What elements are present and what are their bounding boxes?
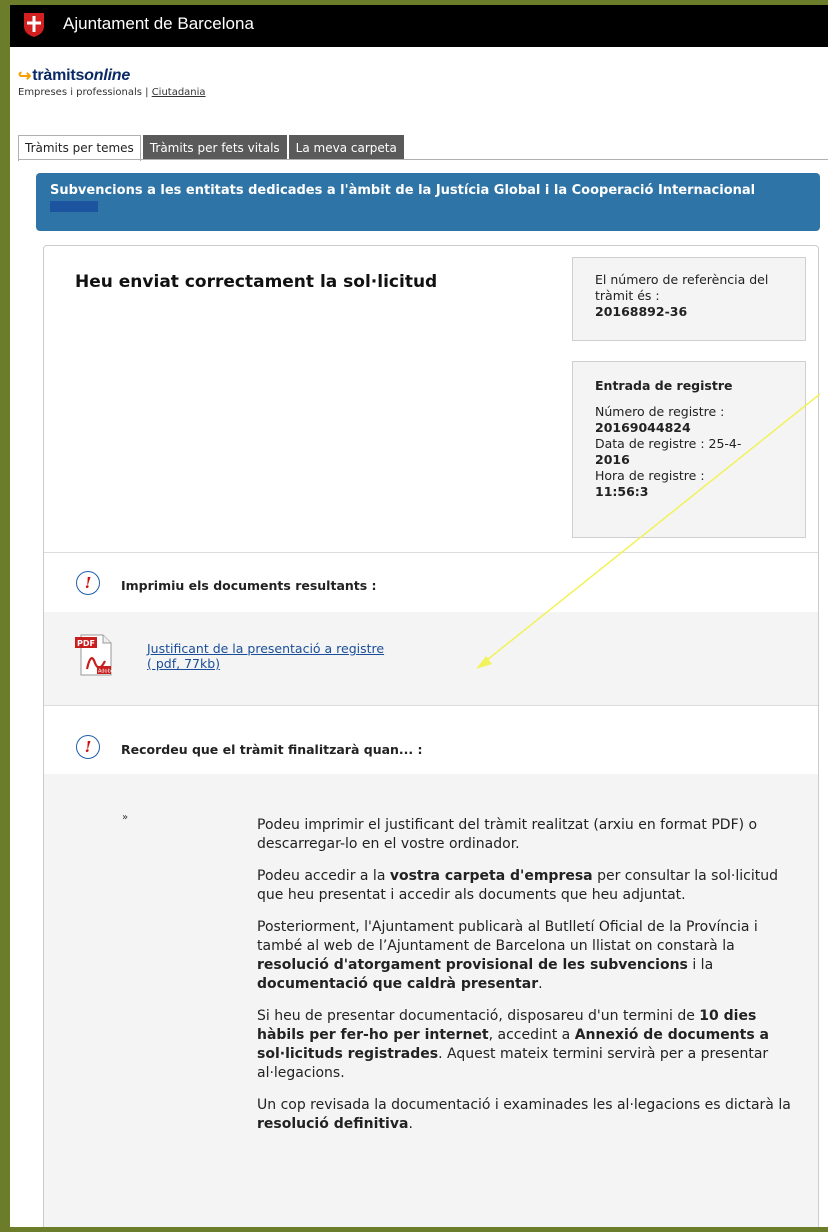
arrow-icon: ↪ — [18, 68, 32, 85]
redaction-block — [50, 201, 98, 212]
registry-date-label: Data de registre : 25-4- — [595, 436, 742, 451]
reminder-paragraph: Un cop revisada la documentació i examin… — [257, 1097, 791, 1132]
top-bar: Ajuntament de Barcelona — [0, 0, 828, 47]
ciutadania-link[interactable]: Ciutadania — [152, 87, 206, 98]
reference-number: 20168892-36 — [595, 304, 688, 319]
svg-text:PDF: PDF — [77, 639, 95, 648]
tab-divider — [18, 159, 828, 160]
bullet-marker: » — [122, 812, 129, 823]
registry-heading: Entrada de registre — [595, 378, 733, 393]
reference-label: El número de referència del tràmit és : — [595, 272, 769, 303]
confirmation-heading: Heu enviat correctament la sol·licitud — [75, 272, 438, 292]
reminder-section-label: Recordeu que el tràmit finalitzarà quan.… — [121, 742, 423, 757]
reference-box: El número de referència del tràmit és : … — [572, 257, 806, 341]
registry-time-label: Hora de registre : — [595, 468, 705, 483]
reminder-text: Podeu imprimir el justificant del tràmit… — [257, 816, 797, 1147]
tramits-online-brand[interactable]: ↪ tràmits online Empreses i professionals… — [18, 66, 206, 98]
exclamation-icon: ! — [76, 571, 100, 595]
reminder-paragraph: Podeu imprimir el justificant del tràmit… — [257, 817, 758, 852]
reminder-paragraph: Si heu de presentar documentació, dispos… — [257, 1008, 769, 1081]
tab-tramits-per-temes[interactable]: Tràmits per temes — [18, 135, 141, 161]
audience-links: Empreses i professionals | Ciutadania — [18, 87, 206, 98]
exclamation-icon: ! — [76, 735, 100, 759]
print-section-label: Imprimiu els documents resultants : — [121, 578, 377, 593]
tab-la-meva-carpeta[interactable]: La meva carpeta — [288, 135, 404, 160]
tramits-online-logo[interactable]: ↪ tràmits online — [18, 66, 206, 86]
justificant-download-link[interactable]: Justificant de la presentació a registre… — [147, 641, 384, 671]
section-divider — [44, 552, 818, 553]
procedure-title: Subvencions a les entitats dedicades a l… — [36, 173, 820, 231]
svg-text:Adobe: Adobe — [98, 669, 114, 675]
registry-number-value: 20169044824 — [595, 420, 691, 435]
main-tabs: Tràmits per temes Tràmits per fets vital… — [18, 135, 406, 161]
pdf-icon[interactable]: PDF Adobe — [73, 633, 117, 677]
registry-time-value: 11:56:3 — [595, 484, 649, 499]
registry-date-value: 2016 — [595, 452, 630, 467]
carpeta-empresa-link[interactable]: vostra carpeta d'empresa — [390, 868, 593, 884]
registry-box: Entrada de registre Número de registre :… — [572, 361, 806, 538]
registry-number-label: Número de registre : — [595, 404, 725, 419]
tab-tramits-per-fets-vitals[interactable]: Tràmits per fets vitals — [142, 135, 287, 160]
reminder-paragraph: Podeu accedir a la vostra carpeta d'empr… — [257, 868, 778, 903]
site-name[interactable]: Ajuntament de Barcelona — [63, 14, 254, 34]
barcelona-shield-icon — [24, 13, 44, 37]
reminder-paragraph: Posteriorment, l'Ajuntament publicarà al… — [257, 919, 758, 992]
section-divider — [44, 705, 818, 706]
